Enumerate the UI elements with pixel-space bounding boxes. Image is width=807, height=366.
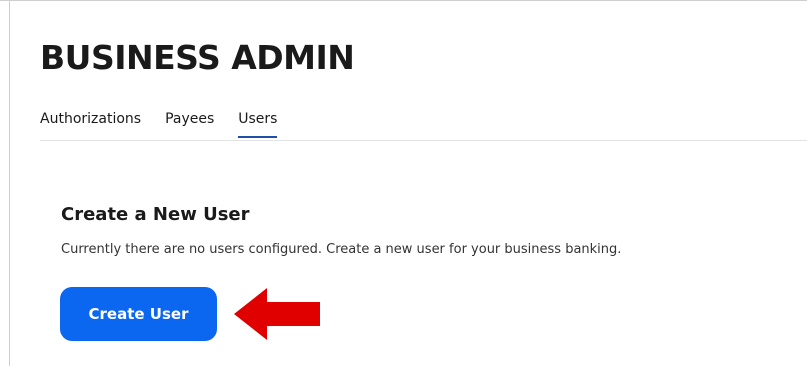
section-title: Create a New User [61, 204, 250, 225]
red-arrow-icon [234, 288, 320, 340]
create-user-button[interactable]: Create User [60, 287, 217, 341]
page-title: BUSINESS ADMIN [40, 38, 355, 77]
tabs-divider [40, 140, 807, 141]
tab-payees[interactable]: Payees [165, 108, 214, 138]
tab-authorizations[interactable]: Authorizations [40, 108, 141, 138]
admin-tabs: Authorizations Payees Users [40, 108, 301, 138]
frame-left-border [9, 0, 10, 366]
tab-users[interactable]: Users [238, 108, 278, 138]
section-description: Currently there are no users configured.… [61, 242, 622, 257]
